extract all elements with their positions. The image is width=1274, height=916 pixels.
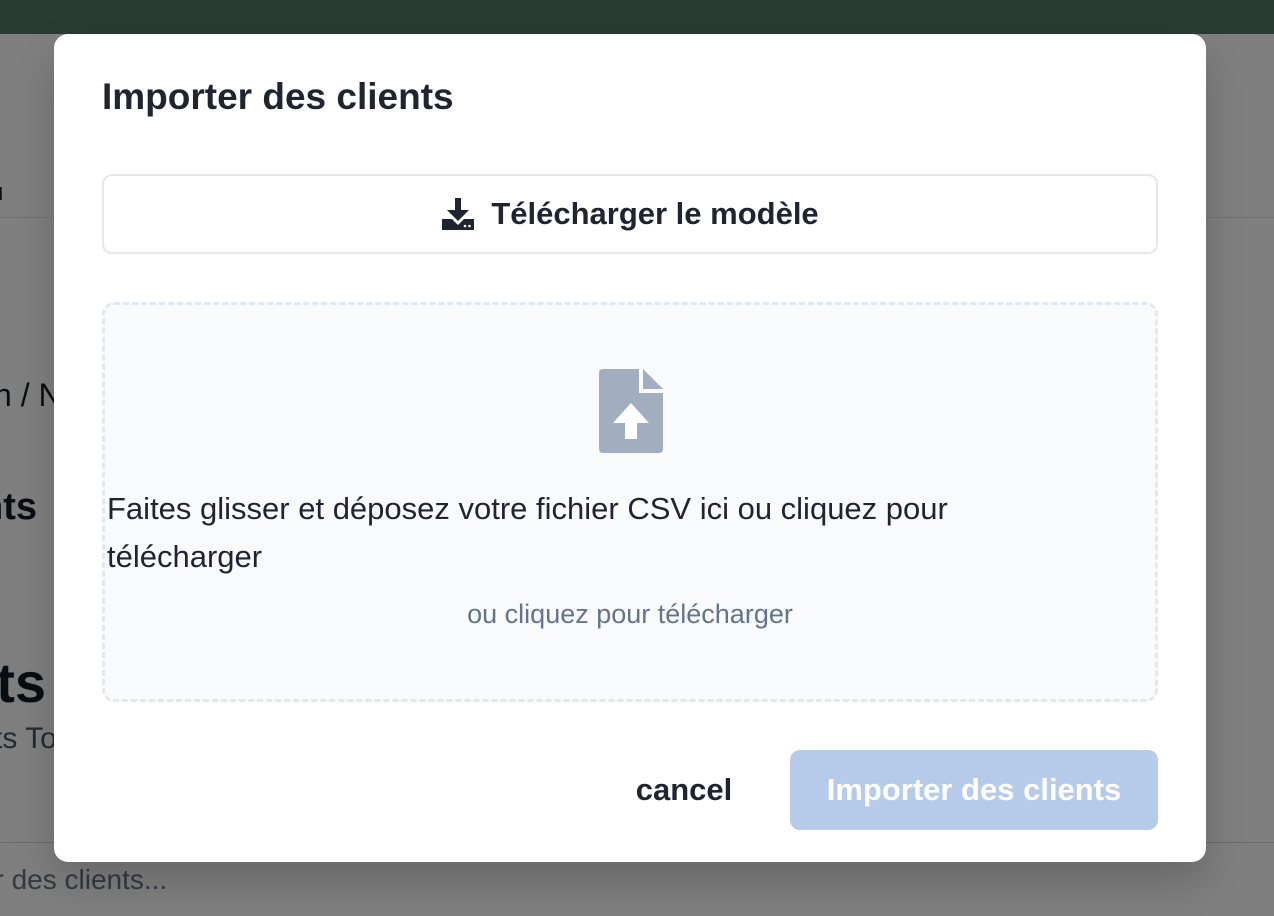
import-clients-button[interactable]: Importer des clients [790,750,1158,830]
csv-dropzone[interactable]: Faites glisser et déposez votre fichier … [102,302,1158,702]
file-upload-icon [599,369,663,453]
import-clients-modal: Importer des clients Télécharger le modè… [54,34,1206,862]
dropzone-subtext: ou cliquez pour télécharger [467,599,793,629]
download-icon [441,197,475,231]
dropzone-instructions: Faites glisser et déposez votre fichier … [107,491,948,574]
download-template-label: Télécharger le modèle [491,196,819,231]
cancel-button[interactable]: cancel [614,750,754,830]
modal-title: Importer des clients [102,76,454,117]
download-template-button[interactable]: Télécharger le modèle [102,174,1158,254]
